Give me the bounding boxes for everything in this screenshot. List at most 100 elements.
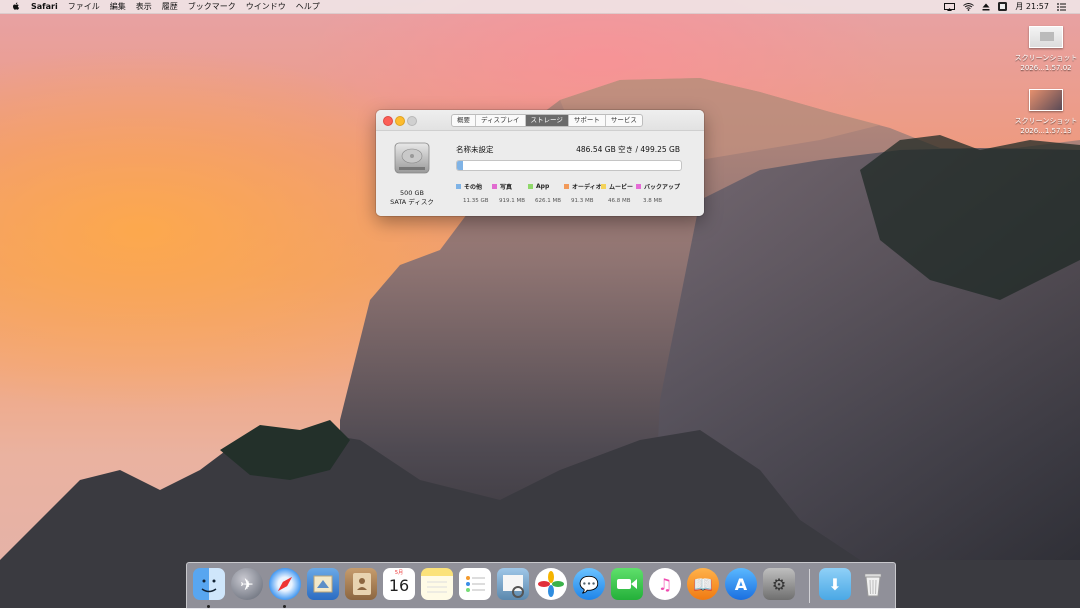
video-camera-icon bbox=[617, 579, 637, 589]
dock-notes[interactable] bbox=[421, 568, 453, 600]
calendar-date: 16 bbox=[388, 576, 410, 595]
apple-menu-icon[interactable] bbox=[12, 2, 20, 11]
gear-icon: ⚙ bbox=[771, 574, 787, 594]
desktop-file-screenshot-1[interactable]: スクリーンショット 2026...1.57.02 bbox=[1009, 26, 1080, 73]
dock-system-preferences[interactable]: ⚙ bbox=[763, 568, 795, 600]
legend-swatch bbox=[456, 184, 461, 189]
dock-trash[interactable] bbox=[857, 568, 889, 600]
legend-item: 写真 919.1 MB bbox=[492, 176, 525, 204]
file-name-line2: 2026...1.57.13 bbox=[1020, 127, 1072, 135]
legend-name: App bbox=[536, 183, 550, 190]
eject-icon[interactable] bbox=[982, 3, 990, 11]
dock-app-store[interactable]: A bbox=[725, 568, 757, 600]
legend-size: 46.8 MB bbox=[608, 198, 631, 204]
rocket-icon: ✈ bbox=[240, 574, 254, 594]
dock-ibooks[interactable]: 📖 bbox=[687, 568, 719, 600]
dock-downloads-folder[interactable]: ⬇ bbox=[819, 568, 851, 600]
legend-size: 11.35 GB bbox=[463, 198, 489, 204]
legend-size: 3.8 MB bbox=[643, 198, 663, 204]
contacts-book-icon bbox=[353, 573, 371, 595]
menu-edit[interactable]: 編集 bbox=[110, 1, 126, 12]
trash-icon bbox=[864, 573, 882, 597]
legend-name: バックアップ bbox=[644, 184, 681, 191]
tab-overview[interactable]: 概要 bbox=[452, 115, 476, 126]
notification-center-icon[interactable] bbox=[1057, 2, 1066, 11]
minimize-button[interactable] bbox=[395, 116, 405, 126]
disk-capacity: 500 GB bbox=[400, 189, 424, 197]
music-note-icon: ♫ bbox=[657, 574, 673, 594]
storage-used-segment bbox=[457, 161, 463, 170]
tab-displays[interactable]: ディスプレイ bbox=[476, 115, 526, 126]
menu-view[interactable]: 表示 bbox=[136, 1, 152, 12]
menu-app-name[interactable]: Safari bbox=[31, 2, 58, 11]
zoom-button[interactable] bbox=[407, 116, 417, 126]
dock-facetime[interactable] bbox=[611, 568, 643, 600]
legend-item: オーディオ 91.3 MB bbox=[564, 176, 602, 204]
screenshot-thumbnail-icon bbox=[1029, 26, 1063, 48]
legend-name: 写真 bbox=[500, 184, 513, 191]
notes-icon bbox=[427, 581, 447, 593]
free-space: 486.54 GB 空き / 499.25 GB bbox=[576, 145, 680, 154]
legend-swatch bbox=[492, 184, 497, 189]
storage-usage-bar bbox=[456, 160, 682, 171]
legend-swatch bbox=[564, 184, 569, 189]
dock-contacts[interactable] bbox=[345, 568, 377, 600]
dock-photos[interactable] bbox=[535, 568, 567, 600]
wifi-icon[interactable] bbox=[963, 2, 975, 11]
legend-swatch bbox=[528, 184, 533, 189]
disk-type: SATA ディスク bbox=[390, 198, 434, 206]
menu-clock[interactable]: 月 21:57 bbox=[1015, 1, 1049, 12]
legend-item: ムービー 46.8 MB bbox=[601, 176, 633, 204]
close-button[interactable] bbox=[383, 116, 393, 126]
dock-calendar[interactable]: 5月 16 bbox=[383, 568, 415, 600]
file-name-line1: スクリーンショット bbox=[1014, 54, 1078, 62]
legend-item: その他 11.35 GB bbox=[456, 176, 489, 204]
tab-storage[interactable]: ストレージ bbox=[525, 115, 569, 126]
finder-icon bbox=[201, 579, 217, 593]
stamp-icon bbox=[313, 575, 333, 593]
legend-name: ムービー bbox=[609, 184, 634, 191]
dock-finder[interactable] bbox=[193, 568, 225, 600]
about-this-mac-window: 概要 ディスプレイ ストレージ サポート サービス 500 GB SATA ディ… bbox=[376, 110, 704, 216]
tab-service[interactable]: サービス bbox=[606, 115, 642, 126]
dock-preview[interactable] bbox=[497, 568, 529, 600]
tab-bar: 概要 ディスプレイ ストレージ サポート サービス bbox=[451, 114, 643, 127]
menu-help[interactable]: ヘルプ bbox=[296, 1, 320, 12]
checklist-icon bbox=[466, 576, 485, 592]
dock-itunes[interactable]: ♫ bbox=[649, 568, 681, 600]
legend-name: オーディオ bbox=[572, 184, 602, 191]
legend-item: バックアップ 3.8 MB bbox=[636, 176, 680, 204]
input-source-icon[interactable] bbox=[998, 2, 1008, 11]
speech-bubble-icon: 💬 bbox=[579, 574, 599, 594]
legend-size: 919.1 MB bbox=[499, 198, 526, 204]
dock-reminders[interactable] bbox=[459, 568, 491, 600]
dock: ✈ 5月 16 💬 ♫ 📖 A ⚙ ⬇ bbox=[186, 562, 896, 609]
menu-window[interactable]: ウインドウ bbox=[246, 1, 286, 12]
dock-messages[interactable]: 💬 bbox=[573, 568, 605, 600]
open-book-icon: 📖 bbox=[693, 574, 713, 594]
legend-swatch bbox=[601, 184, 606, 189]
half-dome-mountain-image bbox=[0, 78, 1080, 608]
compass-icon bbox=[277, 576, 293, 592]
dock-launchpad[interactable]: ✈ bbox=[231, 568, 263, 600]
volume-name: 名称未設定 bbox=[456, 145, 494, 154]
menu-file[interactable]: ファイル bbox=[68, 1, 100, 12]
tab-support[interactable]: サポート bbox=[569, 115, 606, 126]
app-store-a-icon: A bbox=[734, 574, 748, 594]
legend-size: 91.3 MB bbox=[571, 198, 594, 204]
storage-pane: 500 GB SATA ディスク 名称未設定 486.54 GB 空き / 49… bbox=[376, 131, 704, 216]
file-name-line1: スクリーンショット bbox=[1014, 117, 1078, 125]
dock-safari[interactable] bbox=[269, 568, 301, 600]
preview-icon bbox=[503, 575, 524, 598]
menu-bookmarks[interactable]: ブックマーク bbox=[188, 1, 236, 12]
hard-disk-icon bbox=[394, 142, 430, 174]
menu-history[interactable]: 履歴 bbox=[162, 1, 178, 12]
window-titlebar[interactable]: 概要 ディスプレイ ストレージ サポート サービス bbox=[376, 110, 704, 131]
photos-flower-icon bbox=[538, 571, 564, 597]
file-name-line2: 2026...1.57.02 bbox=[1020, 64, 1072, 72]
dock-separator bbox=[809, 569, 810, 603]
airplay-icon[interactable] bbox=[944, 2, 956, 11]
dock-mail[interactable] bbox=[307, 568, 339, 600]
legend-item: App 626.1 MB bbox=[528, 176, 561, 204]
desktop-file-screenshot-2[interactable]: スクリーンショット 2026...1.57.13 bbox=[1009, 89, 1080, 136]
